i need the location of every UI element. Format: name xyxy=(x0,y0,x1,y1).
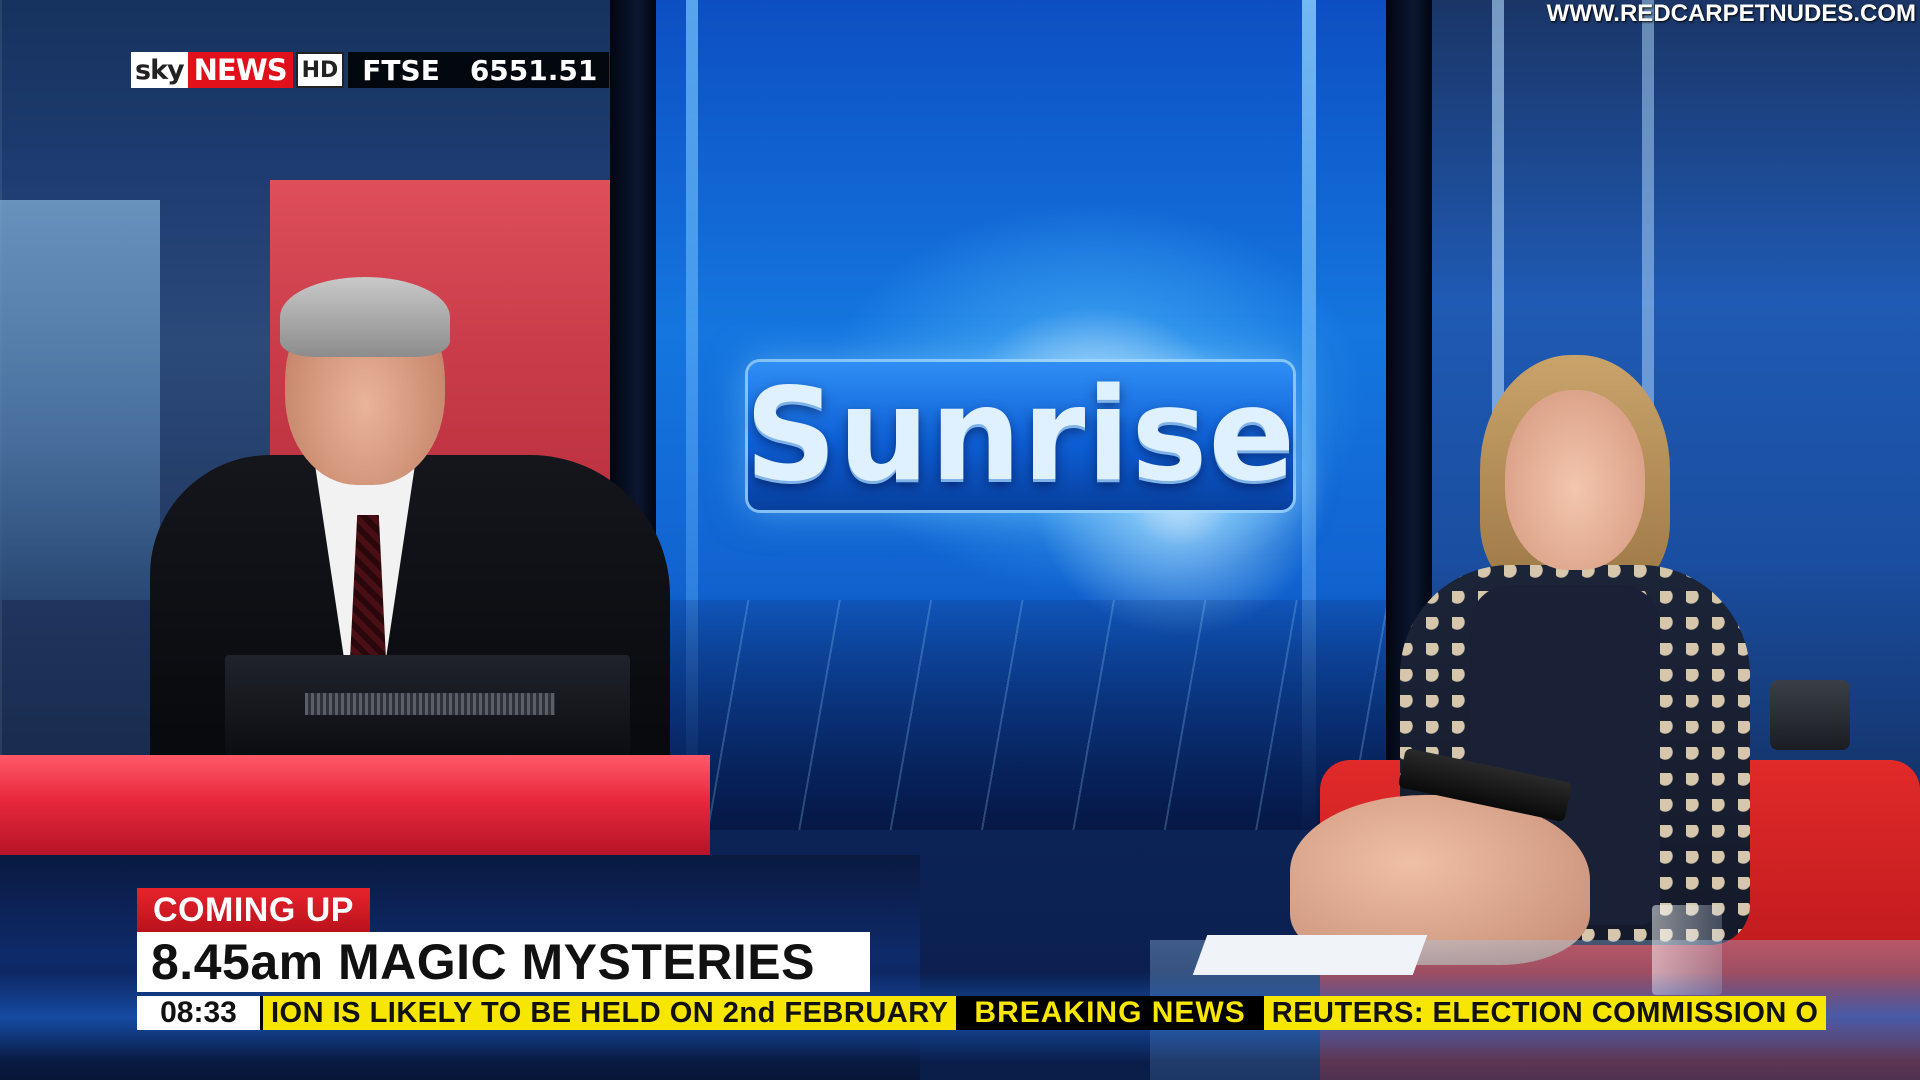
sky-logo: sky xyxy=(131,52,188,88)
headline-text: 8.45am MAGIC MYSTERIES xyxy=(137,932,870,992)
ticker-item: ION IS LIKELY TO BE HELD ON 2nd FEBRUARY xyxy=(263,996,957,1030)
hd-badge: HD xyxy=(295,52,345,88)
ticker-clock: 08:33 xyxy=(137,996,263,1030)
news-ticker: 08:33 ION IS LIKELY TO BE HELD ON 2nd FE… xyxy=(137,996,1920,1030)
female-presenter-head xyxy=(1505,390,1645,570)
show-title-sign: Sunrise xyxy=(744,361,1297,510)
desk-monitor xyxy=(225,655,630,760)
channel-logo-bar: sky NEWS HD FTSE 6551.51 xyxy=(131,52,610,88)
breaking-news-label: BREAKING NEWS xyxy=(956,996,1264,1030)
lower-third: COMING UP 8.45am MAGIC MYSTERIES 08:33 I… xyxy=(0,880,1920,1080)
studio-window xyxy=(0,200,160,600)
watermark-text: WWW.REDCARPETNUDES.COM xyxy=(1546,0,1916,27)
ticker-item: REUTERS: ELECTION COMMISSION O xyxy=(1263,996,1827,1030)
male-presenter-hair xyxy=(280,277,450,357)
market-index-value: 6551.51 xyxy=(457,52,610,88)
red-desk-top xyxy=(0,755,710,855)
desk-phone xyxy=(1770,680,1850,750)
coming-up-label: COMING UP xyxy=(137,888,370,932)
market-index-label: FTSE xyxy=(348,52,458,88)
news-logo: NEWS xyxy=(187,52,293,88)
show-title: Sunrise xyxy=(744,361,1297,510)
